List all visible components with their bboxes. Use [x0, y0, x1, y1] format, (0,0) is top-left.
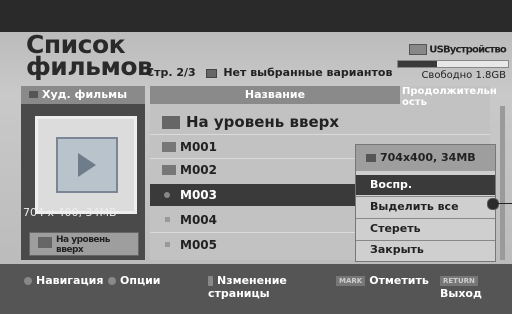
list-item-up[interactable]: На уровень вверх [150, 110, 490, 134]
free-space: Свободно 1.8GB [421, 70, 506, 81]
category-header: Худ. фильмы [21, 86, 145, 104]
file-icon [164, 192, 170, 198]
column-name-header: Название [150, 86, 400, 104]
storage-bar [397, 60, 509, 68]
folder-up-icon [38, 237, 52, 248]
footer-options[interactable]: Опции [108, 274, 161, 287]
up-level-button[interactable]: На уровень вверх [29, 232, 139, 256]
menu-close[interactable]: Закрыть [356, 240, 495, 260]
selection-status: Нет выбранные вариантов [223, 66, 393, 79]
scrollbar[interactable] [500, 106, 505, 260]
return-key-icon: RETURN [440, 276, 478, 286]
mark-key-icon: MARK [336, 276, 366, 286]
page-info: Стр. 2/3 Нет выбранные вариантов [146, 66, 392, 79]
top-band [0, 0, 512, 32]
footer-mark-label: Отметить [369, 274, 429, 287]
footer-bar: Навигация Опции Nзменение страницы MARK О… [0, 264, 512, 314]
page-title: Список фильмов [26, 32, 153, 81]
list-item-label: M001 [180, 140, 217, 154]
list-item-label: На уровень вверх [186, 113, 340, 131]
list-item-label: M004 [180, 213, 217, 227]
divider [150, 134, 490, 135]
options-key-icon [108, 277, 116, 285]
list-item-label: M003 [180, 188, 217, 202]
popup-info-label: 704x400, 34MB [380, 151, 476, 164]
folder-icon [162, 165, 176, 175]
preview-panel: Худ. фильмы 704 x 400, 34MB На уровень в… [21, 86, 145, 260]
film-icon [56, 137, 118, 193]
callout-knob [487, 198, 499, 210]
usb-device: USBустройство [409, 44, 507, 56]
footer-page-change[interactable]: Nзменение страницы [208, 274, 308, 300]
footer-navigation-label: Навигация [36, 274, 104, 287]
column-duration-header: Продолжительн ость [402, 86, 497, 108]
footer-page-change-label: Nзменение страницы [208, 274, 287, 300]
menu-play[interactable]: Воспр. [356, 175, 495, 195]
footer-mark[interactable]: MARK Отметить [336, 274, 429, 287]
page-number: Стр. 2/3 [146, 66, 196, 79]
folder-icon [162, 142, 176, 152]
usb-icon [409, 44, 428, 55]
video-thumbnail [35, 116, 137, 214]
up-level-label: На уровень вверх [56, 235, 110, 255]
footer-exit[interactable]: RETURNВыход [440, 274, 512, 300]
file-resolution: 704 x 400, 34MB [23, 206, 117, 219]
category-icon [29, 91, 38, 98]
footer-exit-label: Выход [440, 287, 482, 300]
popup-file-info: 704x400, 34MB [356, 145, 495, 171]
storage-fill [398, 61, 437, 67]
menu-delete[interactable]: Стереть [356, 219, 495, 239]
callout-line [497, 203, 512, 204]
file-icon [165, 217, 170, 222]
dpad-icon [24, 277, 32, 285]
footer-options-label: Опции [120, 274, 161, 287]
footer-navigation[interactable]: Навигация [24, 274, 103, 287]
selection-icon [205, 68, 217, 78]
file-icon [165, 242, 170, 247]
usb-label: USBустройство [429, 44, 507, 56]
menu-select-all[interactable]: Выделить все [356, 197, 495, 217]
title-line2: фильмов [26, 52, 153, 81]
play-icon [78, 153, 96, 177]
list-item-label: M002 [180, 163, 217, 177]
film-icon [366, 154, 376, 162]
page-key-icon [208, 276, 213, 286]
folder-up-icon [162, 116, 180, 129]
screen: Список фильмов Стр. 2/3 Нет выбранные ва… [0, 0, 512, 314]
list-item-label: M005 [180, 238, 217, 252]
category-label: Худ. фильмы [42, 88, 128, 101]
options-popup: 704x400, 34MB Воспр. Выделить все Стерет… [355, 144, 496, 262]
